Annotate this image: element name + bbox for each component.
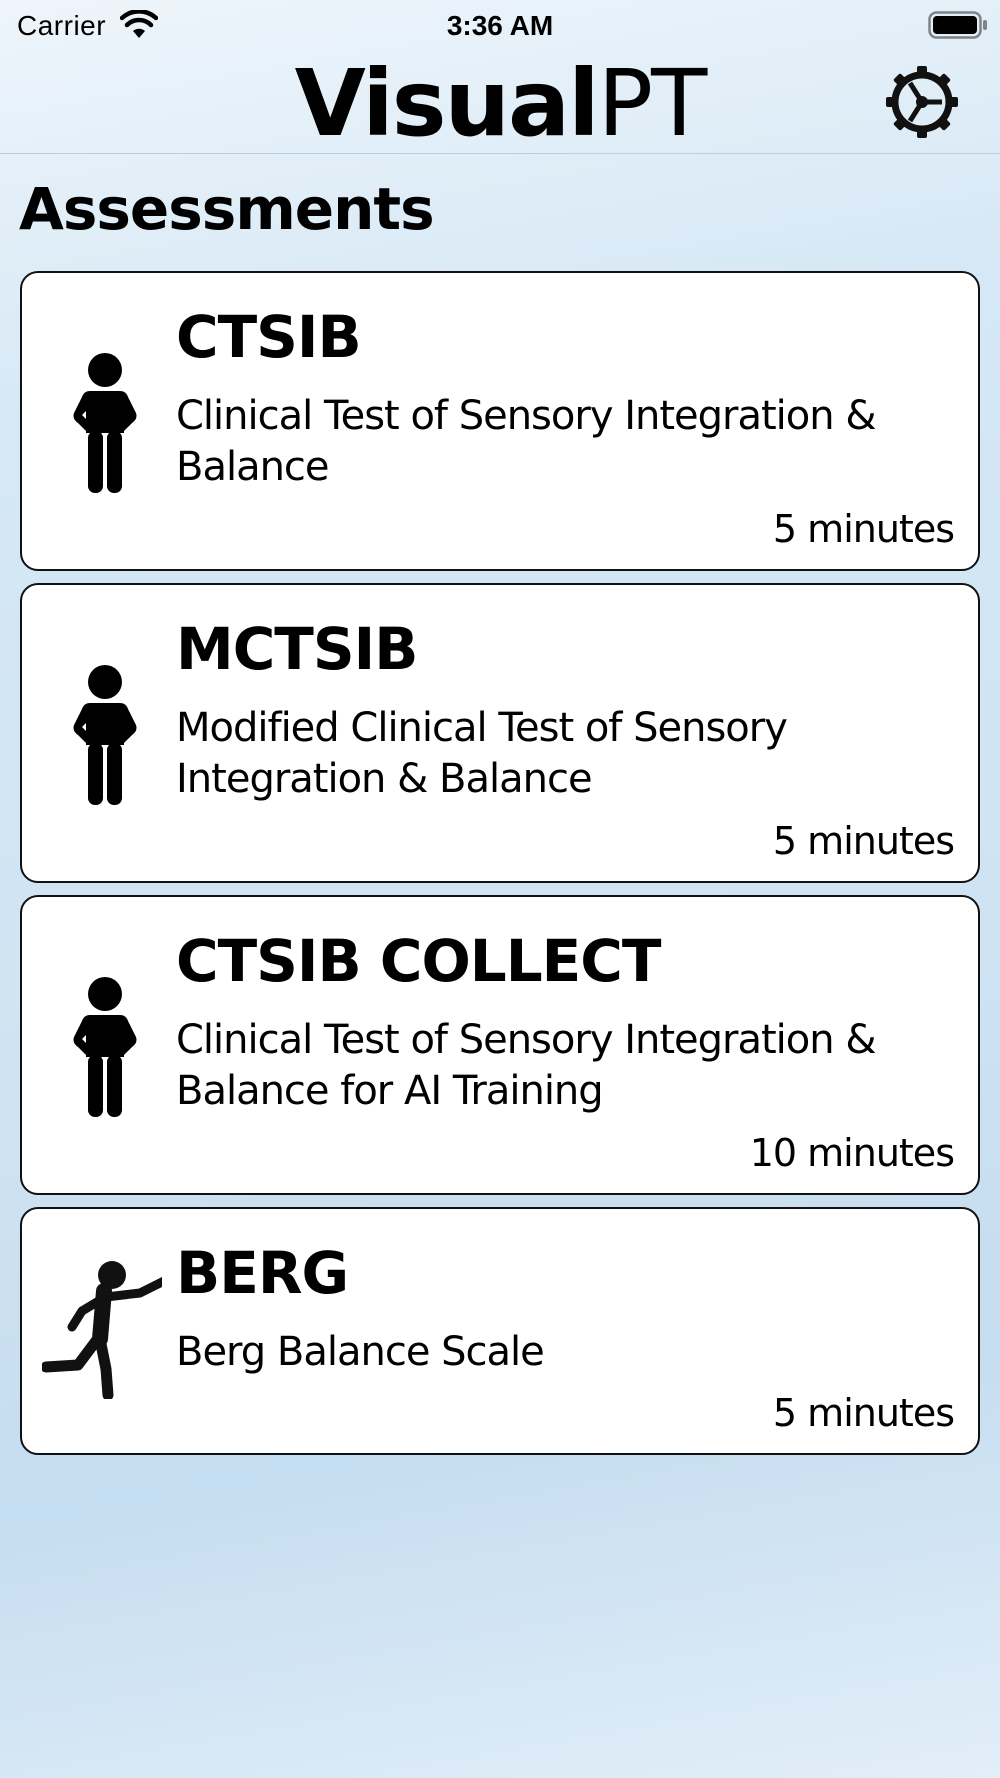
assessment-description: Modified Clinical Test of Sensory Integr…	[176, 705, 788, 802]
assessment-card-ctsib[interactable]: CTSIB Clinical Test of Sensory Integrati…	[20, 271, 980, 571]
status-time: 3:36 AM	[446, 10, 554, 41]
status-bar: Carrier 3:36 AM	[0, 0, 1000, 52]
assessment-duration: 10 minutes	[749, 1131, 955, 1175]
assessment-description: Clinical Test of Sensory Integration & B…	[176, 393, 877, 490]
assessment-code: CTSIB	[176, 303, 362, 371]
app-title-pt: PT	[597, 50, 708, 157]
app-title-visual: Visual	[294, 50, 600, 157]
assessment-description: Berg Balance Scale	[176, 1329, 545, 1375]
assessment-card-ctsib-collect[interactable]: CTSIB COLLECT Clinical Test of Sensory I…	[20, 895, 980, 1195]
app-title: VisualPT	[0, 58, 1000, 150]
standing-person-icon	[73, 665, 137, 805]
assessment-card-berg[interactable]: BERG Berg Balance Scale 5 minutes	[20, 1207, 980, 1455]
assessment-duration: 5 minutes	[772, 507, 955, 551]
assessment-code: MCTSIB	[176, 615, 418, 683]
assessment-card-mctsib[interactable]: MCTSIB Modified Clinical Test of Sensory…	[20, 583, 980, 883]
standing-person-icon	[73, 977, 137, 1117]
gear-icon[interactable]	[884, 64, 960, 140]
nav-bar: VisualPT	[0, 52, 1000, 154]
section-title: Assessments	[19, 175, 435, 243]
assessment-duration: 5 minutes	[772, 1391, 955, 1435]
reaching-person-icon	[42, 1261, 162, 1399]
battery-full-icon	[928, 11, 987, 39]
assessment-description: Clinical Test of Sensory Integration & B…	[176, 1017, 877, 1114]
assessment-duration: 5 minutes	[772, 819, 955, 863]
assessment-code: CTSIB COLLECT	[176, 927, 661, 995]
assessment-code: BERG	[176, 1239, 349, 1307]
standing-person-icon	[73, 353, 137, 493]
